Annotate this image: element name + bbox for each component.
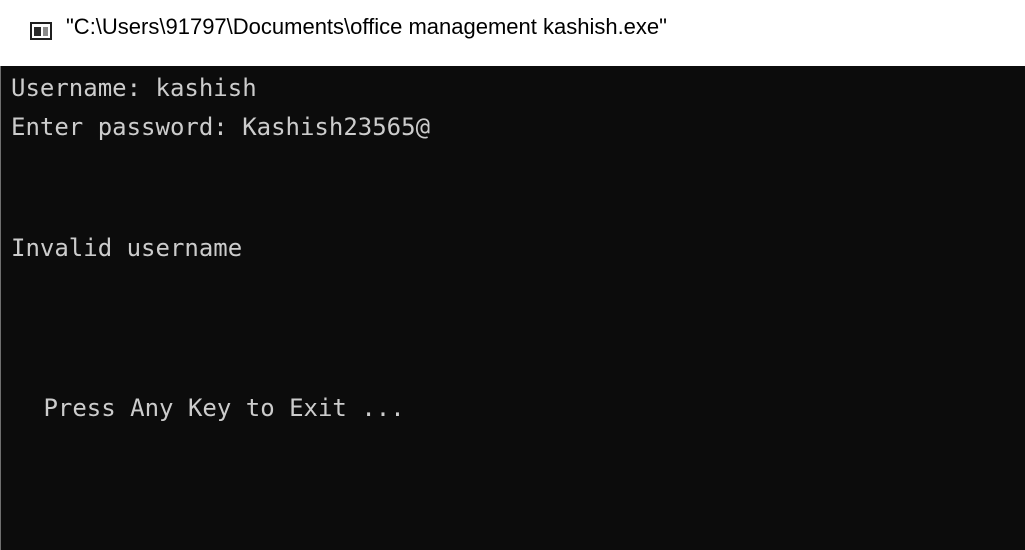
console-line-username: Username: kashish <box>11 74 257 102</box>
console-app-icon[interactable] <box>30 22 52 40</box>
window-title: "C:\Users\91797\Documents\office managem… <box>66 14 667 39</box>
console-line-error: Invalid username <box>11 234 243 262</box>
console-line-password: Enter password: Kashish23565@ <box>11 113 431 141</box>
title-bar[interactable]: "C:\Users\91797\Documents\office managem… <box>0 0 1025 66</box>
console-line-exit-prompt: Press Any Key to Exit ... <box>29 394 405 422</box>
console-window: "C:\Users\91797\Documents\office managem… <box>0 0 1025 550</box>
console-output-area[interactable]: Username: kashish Enter password: Kashis… <box>0 66 1025 550</box>
